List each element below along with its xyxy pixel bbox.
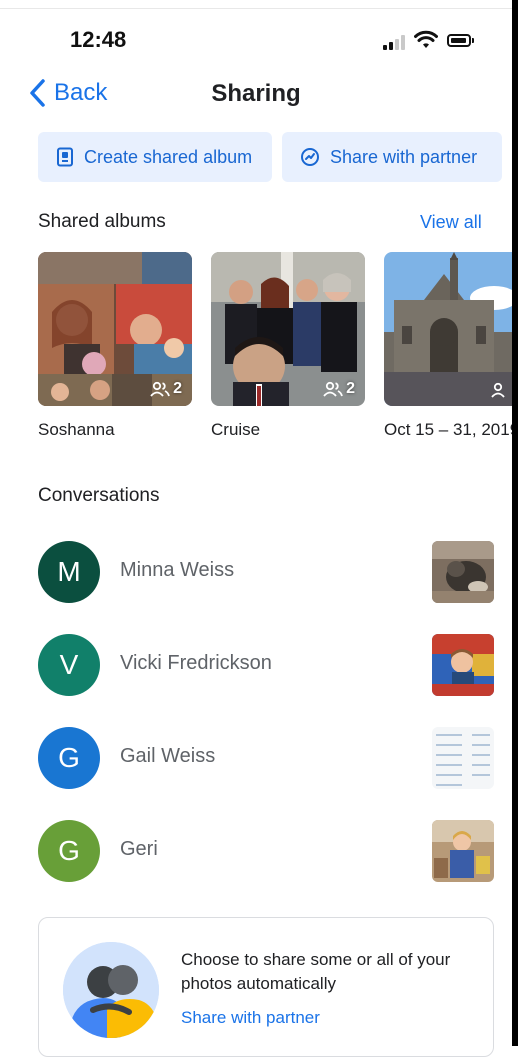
share-with-partner-button[interactable]: Share with partner [282, 132, 502, 182]
conversation-thumbnail [432, 820, 494, 882]
conversation-row[interactable]: V Vicki Fredrickson [0, 625, 512, 705]
conversation-thumbnail [432, 634, 494, 696]
avatar: G [38, 727, 100, 789]
album-caption: Soshanna [38, 420, 115, 439]
conversation-name: Minna Weiss [120, 559, 235, 581]
partner-card-text: Choose to share some or all of your phot… [181, 950, 451, 993]
create-shared-album-label: Create shared album [84, 146, 253, 167]
screen-edge [512, 0, 518, 1046]
create-shared-album-button[interactable]: Create shared album [38, 132, 272, 182]
conversation-row[interactable]: G Gail Weiss [0, 718, 512, 798]
conversation-name: Gail Weiss [120, 745, 216, 767]
battery-icon [447, 34, 474, 47]
conversation-thumbnail [432, 727, 494, 789]
album-soshanna[interactable]: 2 [38, 252, 192, 406]
top-divider [0, 0, 512, 9]
avatar: V [38, 634, 100, 696]
avatar: M [38, 541, 100, 603]
conversation-name: Geri [120, 838, 158, 860]
share-with-partner-label: Share with partner [330, 146, 478, 167]
people-icon [323, 381, 343, 397]
album-caption: Cruise [211, 420, 261, 439]
album-member-count: 2 [150, 380, 182, 398]
album-member-count [491, 382, 512, 398]
people-icon [491, 382, 505, 398]
conversations-heading: Conversations [38, 485, 160, 506]
avatar: G [38, 820, 100, 882]
album-member-count-value: 2 [173, 380, 182, 397]
status-time: 12:48 [70, 27, 127, 52]
partner-sharing-icon [301, 148, 319, 166]
page-title: Sharing [211, 80, 301, 107]
album-caption: Oct 15 – 31, 2019 [384, 420, 512, 439]
conversation-name: Vicki Fredrickson [120, 652, 272, 674]
partner-sharing-card: Choose to share some or all of your phot… [38, 917, 494, 1057]
conversation-row[interactable]: G Geri [0, 811, 512, 891]
wifi-icon [414, 30, 438, 48]
people-icon [150, 381, 170, 397]
album-member-count: 2 [323, 380, 355, 398]
album-cruise[interactable]: 2 [211, 252, 365, 406]
shared-albums-heading: Shared albums [38, 211, 166, 232]
view-all-link[interactable]: View all [420, 212, 482, 233]
cellular-signal-icon [383, 34, 407, 50]
partner-card-link[interactable]: Share with partner [181, 1008, 320, 1028]
album-member-count-value: 2 [346, 380, 355, 397]
conversation-row[interactable]: M Minna Weiss [0, 532, 512, 612]
shared-album-icon [57, 147, 73, 167]
album-oct-2019[interactable] [384, 252, 512, 406]
conversation-thumbnail [432, 541, 494, 603]
partner-illustration [63, 942, 159, 1038]
